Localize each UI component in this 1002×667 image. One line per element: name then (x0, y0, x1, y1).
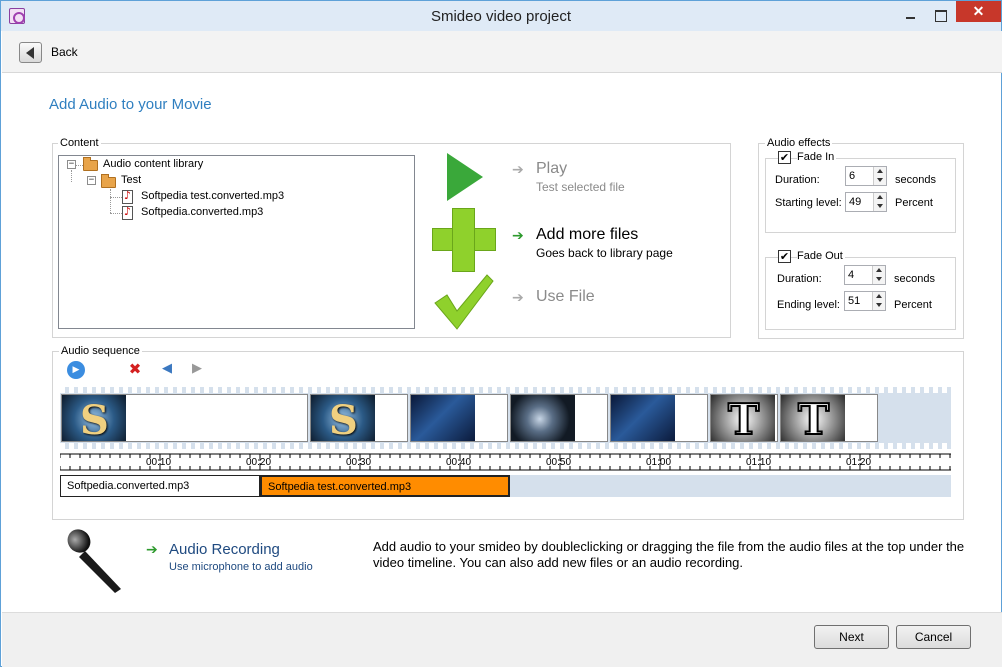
timeline-label: 00:40 (446, 457, 472, 468)
fade-in-level-stepper[interactable]: 49 (845, 192, 887, 212)
fade-in-level-label: Starting level: (775, 197, 842, 209)
folder-icon (101, 174, 116, 188)
audio-recording-title[interactable]: Audio Recording (169, 541, 280, 558)
tree-item-file[interactable]: Softpedia test.converted.mp3 (141, 190, 284, 202)
play-action-subtitle: Test selected file (536, 180, 625, 194)
tree-item-library[interactable]: Audio content library (103, 158, 203, 170)
back-label[interactable]: Back (51, 45, 78, 59)
audio-recording-subtitle: Use microphone to add audio (169, 561, 313, 573)
video-clip[interactable] (510, 394, 608, 442)
video-clip[interactable]: S (61, 394, 308, 442)
window-title: Smideo video project (430, 8, 572, 25)
timeline-label: 00:20 (246, 457, 272, 468)
back-button[interactable] (19, 42, 42, 63)
add-files-arrow-icon: ➔ (512, 228, 524, 244)
fade-in-label: Fade In (797, 151, 837, 163)
video-clip[interactable]: T (780, 394, 878, 442)
tree-item-file[interactable]: Softpedia.converted.mp3 (141, 206, 263, 218)
timeline-ruler[interactable] (60, 452, 951, 474)
timeline-label: 00:30 (346, 457, 372, 468)
fade-in-level-unit: Percent (895, 197, 933, 209)
audio-track: Softpedia.converted.mp3 Softpedia test.c… (60, 475, 951, 497)
title-bar[interactable]: Smideo video project ✕ (1, 1, 1001, 31)
move-right-icon[interactable]: ▶ (188, 360, 206, 378)
fade-out-label: Fade Out (797, 250, 845, 262)
collapse-root-icon[interactable]: − (67, 160, 76, 169)
fade-out-duration-label: Duration: (777, 273, 822, 285)
use-file-action-title[interactable]: Use File (536, 288, 595, 306)
video-clip[interactable] (610, 394, 708, 442)
navigation-bar: Back (2, 31, 1002, 73)
timeline-label: 00:10 (146, 457, 172, 468)
fade-in-duration-unit: seconds (895, 174, 936, 186)
timeline-label: 01:10 (746, 457, 772, 468)
clip-thumbnail (411, 395, 475, 441)
clip-thumbnail: T (781, 395, 845, 441)
audio-library-tree[interactable]: − Audio content library − Test Softpedia… (58, 155, 415, 329)
fade-out-level-unit: Percent (894, 299, 932, 311)
video-clip[interactable] (410, 394, 508, 442)
move-left-icon[interactable]: ◀ (158, 360, 176, 378)
clip-thumbnail: S (311, 395, 375, 441)
film-perforations (60, 387, 951, 393)
tree-connector (110, 189, 111, 213)
help-text: Add audio to your smideo by doubleclicki… (373, 539, 965, 570)
footer-bar: Next Cancel (2, 612, 1002, 667)
fade-in-checkbox[interactable]: ✔ (778, 151, 791, 164)
mp3-file-icon (122, 205, 133, 220)
fade-out-duration-stepper[interactable]: 4 (844, 265, 886, 285)
library-folder-icon (83, 157, 98, 171)
maximize-button[interactable] (927, 7, 953, 25)
tree-connector (71, 170, 72, 182)
timeline-label: 00:50 (546, 457, 572, 468)
clip-thumbnail (511, 395, 575, 441)
mp3-file-icon (122, 189, 133, 204)
sequence-delete-icon[interactable]: ✖ (126, 360, 144, 378)
tree-connector (110, 213, 122, 214)
audio-recording-arrow-icon: ➔ (146, 542, 158, 558)
use-file-arrow-icon: ➔ (512, 290, 524, 306)
cancel-button[interactable]: Cancel (896, 625, 971, 649)
audio-effects-label: Audio effects (765, 137, 833, 149)
tree-connector (110, 197, 122, 198)
timeline-label: 01:20 (846, 457, 872, 468)
next-button[interactable]: Next (814, 625, 889, 649)
main-window: Smideo video project ✕ Back Add Audio to… (0, 0, 1002, 667)
fade-in-duration-stepper[interactable]: 6 (845, 166, 887, 186)
close-button[interactable]: ✕ (956, 1, 1001, 22)
clip-thumbnail: S (62, 395, 126, 441)
video-clip[interactable]: T (710, 394, 778, 442)
timeline-label: 01:00 (646, 457, 672, 468)
audio-clip-selected[interactable]: Softpedia test.converted.mp3 (260, 475, 510, 497)
fade-out-level-label: Ending level: (777, 299, 840, 311)
audio-clip[interactable]: Softpedia.converted.mp3 (60, 475, 260, 497)
minimize-button[interactable] (897, 7, 923, 25)
play-action-title[interactable]: Play (536, 160, 567, 178)
add-files-action-subtitle: Goes back to library page (536, 246, 673, 260)
add-files-plus-icon[interactable] (432, 208, 496, 272)
fade-out-level-stepper[interactable]: 51 (844, 291, 886, 311)
video-clip[interactable]: S (310, 394, 408, 442)
fade-in-duration-label: Duration: (775, 174, 820, 186)
page-title: Add Audio to your Movie (49, 96, 212, 113)
use-file-check-icon[interactable] (433, 273, 495, 331)
play-arrow-icon: ➔ (512, 162, 524, 178)
clip-thumbnail (611, 395, 675, 441)
tree-item-test-folder[interactable]: Test (121, 174, 141, 186)
collapse-folder-icon[interactable]: − (87, 176, 96, 185)
tree-connector (76, 165, 83, 166)
sequence-play-icon[interactable]: ▶ (67, 361, 85, 379)
fade-out-duration-unit: seconds (894, 273, 935, 285)
play-large-icon[interactable] (447, 153, 483, 201)
add-files-action-title[interactable]: Add more files (536, 226, 638, 244)
clip-thumbnail: T (711, 395, 775, 441)
microphone-icon[interactable] (67, 529, 127, 593)
fade-out-checkbox[interactable]: ✔ (778, 250, 791, 263)
video-filmstrip: S S T T (60, 387, 951, 449)
film-perforations (60, 443, 951, 449)
content-group-label: Content (58, 137, 101, 149)
audio-sequence-label: Audio sequence (59, 345, 142, 357)
